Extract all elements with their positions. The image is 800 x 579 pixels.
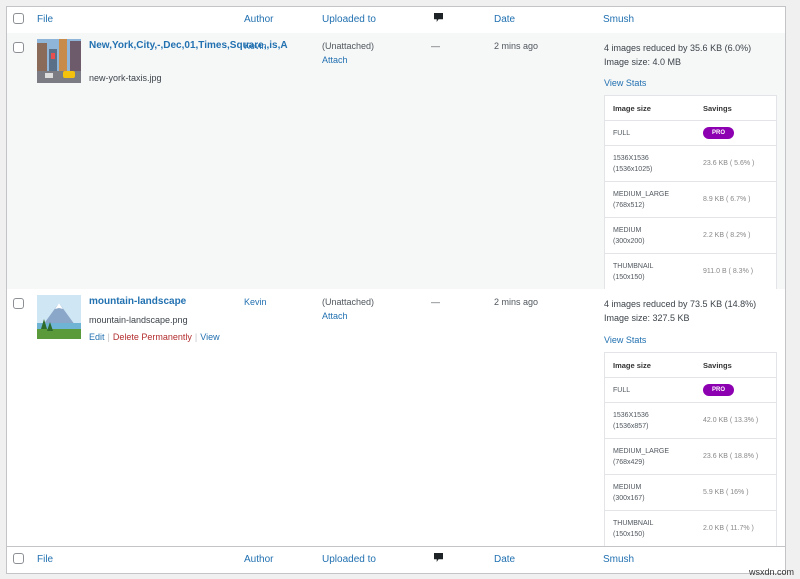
edit-link[interactable]: Edit bbox=[89, 332, 105, 342]
column-date[interactable]: Date bbox=[494, 14, 515, 25]
select-all-checkbox-footer[interactable] bbox=[13, 553, 24, 564]
comment-bubble-icon[interactable] bbox=[434, 13, 443, 22]
stats-header-savings: Savings bbox=[703, 360, 732, 370]
image-size: Image size: 4.0 MB bbox=[604, 57, 682, 67]
media-filename: new-york-taxis.jpg bbox=[89, 73, 162, 83]
stats-size-dims: (768x429) bbox=[613, 458, 645, 466]
delete-permanently-link[interactable]: Delete Permanently bbox=[113, 332, 192, 342]
table-header: File Author Uploaded to Date Smush bbox=[7, 7, 785, 34]
stats-size-name: MEDIUM_LARGE bbox=[613, 447, 670, 455]
row-checkbox[interactable] bbox=[13, 298, 24, 309]
view-stats-link[interactable]: View Stats bbox=[604, 78, 646, 88]
stats-size-dims: (150x150) bbox=[613, 273, 645, 281]
watermark: wsxdn.com bbox=[748, 567, 794, 577]
table-row: mountain-landscape mountain-landscape.pn… bbox=[7, 289, 785, 547]
stats-savings: 2.2 KB ( 8.2% ) bbox=[703, 232, 751, 239]
pro-badge[interactable]: PRO bbox=[703, 384, 735, 396]
stats-header-savings: Savings bbox=[703, 103, 732, 113]
thumbnail-mountain-landscape[interactable] bbox=[37, 295, 81, 339]
row-actions: Edit | Delete Permanently | View bbox=[89, 332, 220, 342]
upload-date: 2 mins ago bbox=[494, 41, 539, 51]
stats-header-size: Image size bbox=[613, 103, 651, 113]
table-footer: File Author Uploaded to Date Smush bbox=[7, 546, 785, 573]
select-all-checkbox[interactable] bbox=[13, 13, 24, 24]
stats-size-dims: (150x150) bbox=[613, 530, 645, 538]
stats-size-name: MEDIUM bbox=[613, 226, 642, 234]
uploaded-to-status: (Unattached) bbox=[322, 297, 375, 307]
column-uploaded-to[interactable]: Uploaded to bbox=[322, 554, 376, 565]
stats-savings: 42.0 KB ( 13.3% ) bbox=[703, 417, 759, 424]
view-stats-link[interactable]: View Stats bbox=[604, 335, 646, 345]
stats-savings: 5.9 KB ( 16% ) bbox=[703, 489, 749, 496]
smush-stats-table: Image size Savings FULL PRO 1536X1536 (1536… bbox=[604, 95, 777, 290]
attach-link[interactable]: Attach bbox=[322, 53, 374, 67]
column-author[interactable]: Author bbox=[244, 14, 273, 25]
stats-size-name: MEDIUM bbox=[613, 483, 642, 491]
stats-size-dims: (1536x857) bbox=[613, 422, 649, 430]
stats-savings: 23.6 KB ( 5.6% ) bbox=[703, 160, 755, 167]
column-smush: Smush bbox=[603, 554, 635, 565]
stats-savings: 2.0 KB ( 11.7% ) bbox=[703, 525, 754, 532]
stats-savings: 911.0 B ( 8.3% ) bbox=[703, 268, 754, 275]
stats-savings: 23.6 KB ( 18.8% ) bbox=[703, 453, 759, 460]
smush-stats-table: Image size Savings FULL PRO 1536X1536 (1536… bbox=[604, 352, 777, 547]
media-filename: mountain-landscape.png bbox=[89, 315, 188, 325]
author-link[interactable]: Kevin bbox=[244, 297, 267, 307]
column-smush: Smush bbox=[603, 14, 635, 25]
upload-date: 2 mins ago bbox=[494, 297, 539, 307]
author-link[interactable]: Kevin bbox=[244, 41, 267, 51]
column-file[interactable]: File bbox=[37, 554, 53, 565]
uploaded-to-status: (Unattached) bbox=[322, 41, 375, 51]
media-list-table: File Author Uploaded to Date Smush New,Y… bbox=[6, 6, 786, 574]
media-title-link[interactable]: mountain-landscape bbox=[89, 295, 239, 309]
stats-size-name: FULL bbox=[613, 386, 631, 394]
image-size: Image size: 327.5 KB bbox=[604, 313, 690, 323]
column-author[interactable]: Author bbox=[244, 554, 273, 565]
stats-size-dims: (300x200) bbox=[613, 237, 645, 245]
smush-summary: 4 images reduced by 35.6 KB (6.0%) bbox=[604, 43, 752, 53]
pro-badge[interactable]: PRO bbox=[703, 127, 735, 139]
thumbnail-new-york-taxis[interactable] bbox=[37, 39, 81, 83]
table-row: New,York,City,-,Dec,01,Times,Square,,is,… bbox=[7, 33, 785, 290]
stats-size-name: THUMBNAIL bbox=[613, 262, 654, 270]
smush-summary: 4 images reduced by 73.5 KB (14.8%) bbox=[604, 299, 757, 309]
stats-size-name: FULL bbox=[613, 129, 631, 137]
comments-count: — bbox=[431, 41, 440, 51]
stats-size-name: 1536X1536 bbox=[613, 411, 649, 419]
attach-link[interactable]: Attach bbox=[322, 309, 374, 323]
stats-savings: 8.9 KB ( 6.7% ) bbox=[703, 196, 751, 203]
stats-size-dims: (1536x1025) bbox=[613, 165, 653, 173]
stats-size-dims: (768x512) bbox=[613, 201, 645, 209]
stats-size-dims: (300x167) bbox=[613, 494, 645, 502]
stats-size-name: THUMBNAIL bbox=[613, 519, 654, 527]
stats-header-size: Image size bbox=[613, 360, 651, 370]
media-title-link[interactable]: New,York,City,-,Dec,01,Times,Square,,is,… bbox=[89, 39, 288, 53]
view-link[interactable]: View bbox=[200, 332, 219, 342]
column-uploaded-to[interactable]: Uploaded to bbox=[322, 14, 376, 25]
column-date[interactable]: Date bbox=[494, 554, 515, 565]
comment-bubble-icon[interactable] bbox=[434, 553, 443, 562]
comments-count: — bbox=[431, 297, 440, 307]
stats-size-name: 1536X1536 bbox=[613, 154, 649, 162]
row-checkbox[interactable] bbox=[13, 42, 24, 53]
stats-size-name: MEDIUM_LARGE bbox=[613, 190, 670, 198]
column-file[interactable]: File bbox=[37, 14, 53, 25]
